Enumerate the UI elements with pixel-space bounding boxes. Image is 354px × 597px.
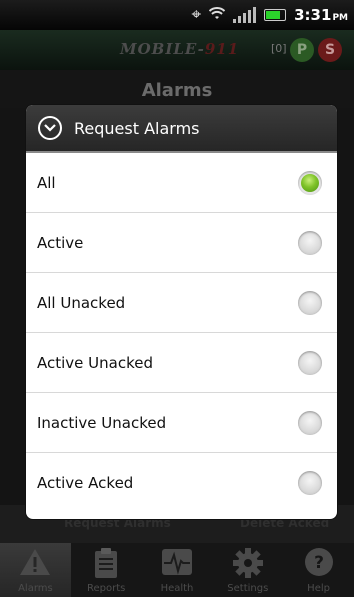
tab-help[interactable]: ? Help (283, 543, 354, 597)
screen-title-bar: Alarms (0, 70, 354, 108)
status-icons: ⌖ 3:31PM (192, 0, 348, 30)
chevron-down-icon (38, 116, 62, 140)
page-title: Alarms (141, 80, 213, 101)
radio-unselected[interactable] (298, 290, 322, 315)
alarm-counter: [0] (271, 42, 287, 55)
signal-icon (233, 7, 257, 23)
option-all-unacked[interactable]: All Unacked (26, 273, 337, 333)
tab-alarms[interactable]: Alarms (0, 543, 71, 597)
option-active[interactable]: Active (26, 213, 337, 273)
battery-icon (264, 9, 287, 21)
request-alarms-dialog: Request Alarms All Active All Unacked Ac… (26, 105, 337, 519)
pulse-icon (161, 549, 192, 575)
option-active-unacked[interactable]: Active Unacked (26, 333, 337, 393)
help-icon: ? (304, 548, 333, 576)
radio-unselected[interactable] (298, 471, 322, 495)
app-header: MOBILE-911 [0] P S (0, 30, 354, 70)
radio-selected[interactable] (298, 170, 322, 195)
gear-icon (232, 548, 263, 578)
app-logo: MOBILE-911 (120, 40, 240, 58)
options-list: All Active All Unacked Active Unacked In… (26, 153, 337, 513)
wifi-icon (208, 6, 226, 24)
option-all[interactable]: All (26, 153, 337, 213)
tab-health[interactable]: Health (142, 543, 213, 597)
badge-p[interactable]: P (290, 38, 314, 62)
warning-icon (20, 549, 51, 575)
clipboard-icon (95, 548, 118, 578)
dialog-title: Request Alarms (74, 118, 200, 138)
option-active-acked[interactable]: Active Acked (26, 453, 337, 513)
radio-unselected[interactable] (298, 230, 322, 255)
tab-settings[interactable]: Settings (212, 543, 283, 597)
tab-reports[interactable]: Reports (71, 543, 142, 597)
status-clock: 3:31PM (294, 6, 348, 24)
option-inactive-unacked[interactable]: Inactive Unacked (26, 393, 337, 453)
tab-bar: Alarms Reports Health Settings ? Help (0, 543, 354, 597)
status-bar: ⌖ 3:31PM (0, 0, 354, 30)
badge-s[interactable]: S (318, 38, 342, 62)
dialog-header: Request Alarms (26, 105, 337, 153)
radio-unselected[interactable] (298, 410, 322, 435)
svg-text:?: ? (314, 553, 324, 573)
gps-icon: ⌖ (191, 4, 202, 25)
radio-unselected[interactable] (298, 350, 322, 375)
